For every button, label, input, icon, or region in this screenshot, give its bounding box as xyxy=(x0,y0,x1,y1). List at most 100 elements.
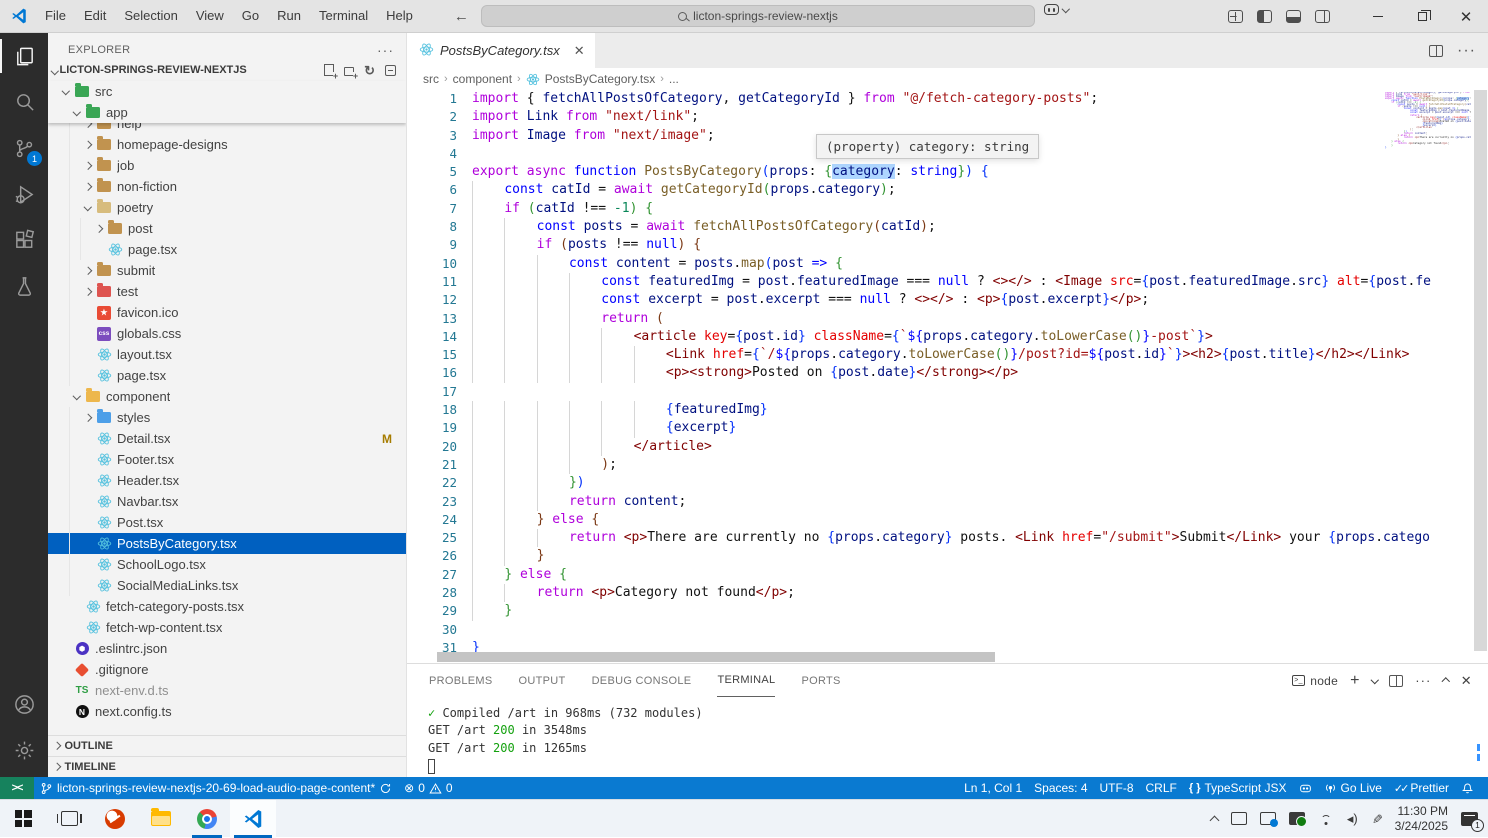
customize-layout-icon[interactable] xyxy=(1228,10,1243,23)
tree-item-post-tsx[interactable]: Post.tsx xyxy=(48,512,406,533)
status-copilot[interactable] xyxy=(1293,777,1318,799)
start-button[interactable] xyxy=(0,800,46,838)
timeline-section[interactable]: TIMELINE xyxy=(48,756,406,777)
tree-item-postsbycategory-tsx[interactable]: PostsByCategory.tsx xyxy=(48,533,406,554)
tree-item-footer-tsx[interactable]: Footer.tsx xyxy=(48,449,406,470)
tree-item-fetch-wp-content-tsx[interactable]: fetch-wp-content.tsx xyxy=(48,617,406,638)
code-line-28[interactable]: 28 return <p>Category not found</p>; xyxy=(407,584,1488,603)
menu-go[interactable]: Go xyxy=(233,0,268,32)
tree-item-next-config-ts[interactable]: Nnext.config.ts xyxy=(48,701,406,722)
tree-item-homepage-designs[interactable]: homepage-designs xyxy=(48,134,406,155)
breadcrumb-item[interactable]: src xyxy=(423,72,439,86)
tree-item-layout-tsx[interactable]: layout.tsx xyxy=(48,344,406,365)
code-line-22[interactable]: 22 }) xyxy=(407,474,1488,493)
snipping-tool-icon[interactable] xyxy=(92,800,138,838)
tree-item--gitignore[interactable]: .gitignore xyxy=(48,659,406,680)
status-encoding[interactable]: UTF-8 xyxy=(1094,777,1140,799)
wifi-icon[interactable] xyxy=(1318,813,1334,825)
volume-icon[interactable]: ◂) xyxy=(1347,811,1358,827)
taskbar-clock[interactable]: 11:30 PM 3/24/2025 xyxy=(1395,804,1448,834)
editor-more-actions-icon[interactable]: ··· xyxy=(1457,42,1476,60)
code-line-26[interactable]: 26 } xyxy=(407,547,1488,566)
menu-help[interactable]: Help xyxy=(377,0,422,32)
tree-item-fetch-category-posts-tsx[interactable]: fetch-category-posts.tsx xyxy=(48,596,406,617)
pen-icon[interactable]: ✎ xyxy=(1368,813,1384,824)
code-line-9[interactable]: 9 if (posts !== null) { xyxy=(407,236,1488,255)
file-explorer-icon[interactable] xyxy=(138,800,184,838)
project-section-header[interactable]: LICTON-SPRINGS-REVIEW-NEXTJS ↻ xyxy=(48,59,406,81)
status-go-live[interactable]: Go Live xyxy=(1318,777,1388,799)
account-icon[interactable] xyxy=(0,681,48,727)
code-line-23[interactable]: 23 return content; xyxy=(407,492,1488,511)
toggle-primary-sidebar-icon[interactable] xyxy=(1257,10,1272,23)
collapse-folders-icon[interactable] xyxy=(385,64,396,76)
code-line-21[interactable]: 21 ); xyxy=(407,455,1488,475)
panel-tab-debug-console[interactable]: DEBUG CONSOLE xyxy=(592,664,692,697)
panel-tab-terminal[interactable]: TERMINAL xyxy=(717,664,776,697)
status-prettier[interactable]: ✓✓ Prettier xyxy=(1388,777,1455,799)
breadcrumb-item[interactable]: ... xyxy=(669,72,679,86)
copilot-titlebar-button[interactable] xyxy=(1043,4,1070,15)
tree-item-non-fiction[interactable]: non-fiction xyxy=(48,176,406,197)
chrome-icon[interactable] xyxy=(184,800,230,838)
tree-item-detail-tsx[interactable]: Detail.tsx M xyxy=(48,428,406,449)
activity-extensions-icon[interactable] xyxy=(0,217,48,263)
code-line-13[interactable]: 13 return ( xyxy=(407,309,1488,328)
tree-item-favicon-ico[interactable]: ★ favicon.ico xyxy=(48,302,406,323)
tree-item-poetry[interactable]: poetry xyxy=(48,197,406,218)
explorer-more-actions-icon[interactable]: ··· xyxy=(377,42,394,58)
menu-edit[interactable]: Edit xyxy=(75,0,115,32)
tree-item-help[interactable]: help xyxy=(48,123,406,134)
code-line-1[interactable]: 1 import { fetchAllPostsOfCategory, getCa… xyxy=(407,90,1488,108)
outline-section[interactable]: OUTLINE xyxy=(48,735,406,756)
tree-item-component[interactable]: component xyxy=(48,386,406,407)
problems-item[interactable]: ⊗ 0 0 xyxy=(398,777,458,799)
panel-tab-output[interactable]: OUTPUT xyxy=(519,664,566,697)
code-editor[interactable]: 1 import { fetchAllPostsOfCategory, getCa… xyxy=(407,90,1488,663)
settings-gear-icon[interactable] xyxy=(0,727,48,773)
new-folder-icon[interactable] xyxy=(344,66,359,81)
code-line-8[interactable]: 8 const posts = await fetchAllPostsOfCat… xyxy=(407,218,1488,237)
code-line-17[interactable]: 17 xyxy=(407,383,1488,401)
task-view-button[interactable] xyxy=(46,800,92,838)
code-line-27[interactable]: 27 } else { xyxy=(407,565,1488,585)
close-panel-icon[interactable]: ✕ xyxy=(1461,673,1472,689)
tree-item-page-tsx[interactable]: page.tsx xyxy=(48,365,406,386)
code-line-10[interactable]: 10 const content = posts.map(post => { xyxy=(407,254,1488,273)
code-line-5[interactable]: 5 export async function PostsByCategory(p… xyxy=(407,163,1488,181)
code-line-30[interactable]: 30 xyxy=(407,621,1488,639)
tree-item-navbar-tsx[interactable]: Navbar.tsx xyxy=(48,491,406,512)
tray-security-icon[interactable] xyxy=(1288,812,1307,827)
tree-item-job[interactable]: job xyxy=(48,155,406,176)
status-language-mode[interactable]: { } TypeScript JSX xyxy=(1183,777,1293,799)
code-line-7[interactable]: 7 if (catId !== -1) { xyxy=(407,199,1488,219)
breadcrumb-item[interactable]: component xyxy=(453,72,512,86)
status-eol[interactable]: CRLF xyxy=(1140,777,1183,799)
new-terminal-icon[interactable]: + xyxy=(1350,672,1360,690)
menu-file[interactable]: File xyxy=(36,0,75,32)
code-line-2[interactable]: 2 import Link from "next/link"; xyxy=(407,108,1488,126)
split-terminal-icon[interactable] xyxy=(1389,674,1404,687)
tree-item-next-env-d-ts[interactable]: TS next-env.d.ts xyxy=(48,680,406,701)
tree-item-socialmedialinks-tsx[interactable]: SocialMediaLinks.tsx xyxy=(48,575,406,596)
code-line-16[interactable]: 16 <p><strong>Posted on {post.date}</str… xyxy=(407,364,1488,383)
tree-item-page-tsx[interactable]: page.tsx xyxy=(48,239,406,260)
code-line-18[interactable]: 18 {featuredImg} xyxy=(407,401,1488,420)
activity-explorer-icon[interactable] xyxy=(0,33,48,79)
tree-item-src[interactable]: src xyxy=(48,81,406,102)
code-line-20[interactable]: 20 </article> xyxy=(407,437,1488,456)
status-indentation[interactable]: Spaces: 4 xyxy=(1028,777,1093,799)
code-line-6[interactable]: 6 const catId = await getCategoryId(prop… xyxy=(407,181,1488,200)
minimize-button[interactable] xyxy=(1356,0,1400,33)
remote-indicator[interactable]: >< xyxy=(0,777,34,799)
breadcrumb-item[interactable]: PostsByCategory.tsx xyxy=(545,72,655,86)
activity-source-control-icon[interactable]: 1 xyxy=(0,125,48,171)
tree-item-test[interactable]: test xyxy=(48,281,406,302)
menu-terminal[interactable]: Terminal xyxy=(310,0,377,32)
code-line-14[interactable]: 14 <article key={post.id} className={`${… xyxy=(407,327,1488,347)
panel-tab-ports[interactable]: PORTS xyxy=(801,664,840,697)
activity-run-debug-icon[interactable] xyxy=(0,171,48,217)
command-center-search[interactable]: licton-springs-review-nextjs xyxy=(481,5,1035,27)
code-line-11[interactable]: 11 const featuredImg = post.featuredImag… xyxy=(407,272,1488,292)
restore-button[interactable] xyxy=(1400,0,1444,33)
